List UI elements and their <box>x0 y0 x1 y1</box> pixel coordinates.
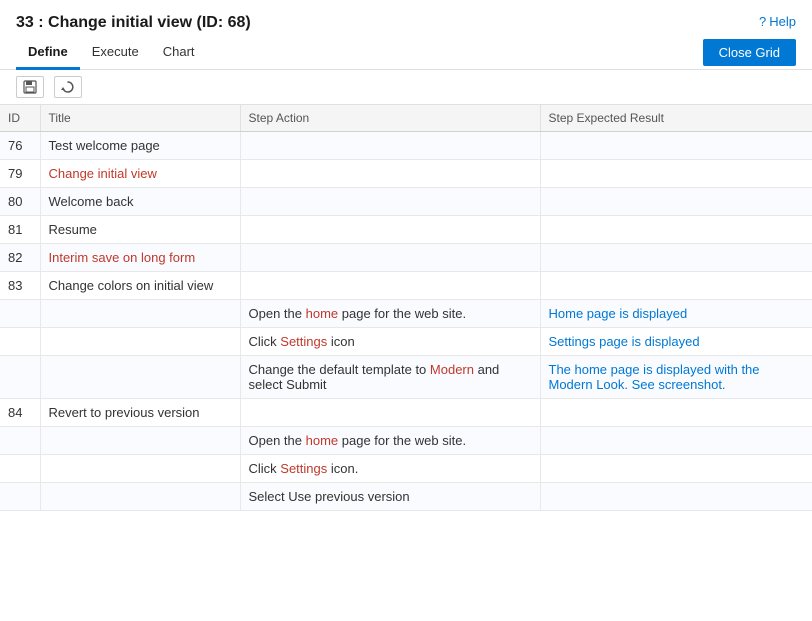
cell-title: Test welcome page <box>40 132 240 160</box>
help-link[interactable]: ? Help <box>759 14 796 29</box>
table-row: 83Change colors on initial view <box>0 272 812 300</box>
cell-title: Resume <box>40 216 240 244</box>
table-row: Open the home page for the web site. <box>0 427 812 455</box>
cell-action <box>240 272 540 300</box>
cell-id: 79 <box>0 160 40 188</box>
cell-expected <box>540 427 812 455</box>
cell-expected <box>540 216 812 244</box>
grid-container: ID Title Step Action Step Expected Resul… <box>0 105 812 511</box>
table-header-row: ID Title Step Action Step Expected Resul… <box>0 105 812 132</box>
cell-action <box>240 399 540 427</box>
help-icon: ? <box>759 14 766 29</box>
cell-expected <box>540 399 812 427</box>
cell-id <box>0 455 40 483</box>
cell-id <box>0 300 40 328</box>
cell-title <box>40 483 240 511</box>
cell-expected <box>540 244 812 272</box>
cell-title: Revert to previous version <box>40 399 240 427</box>
cell-id <box>0 483 40 511</box>
tab-execute[interactable]: Execute <box>80 36 151 70</box>
cell-expected <box>540 483 812 511</box>
col-header-expected: Step Expected Result <box>540 105 812 132</box>
cell-action <box>240 132 540 160</box>
tab-define[interactable]: Define <box>16 36 80 70</box>
cell-expected <box>540 272 812 300</box>
tabs: DefineExecuteChart <box>16 36 207 69</box>
refresh-icon <box>61 80 75 94</box>
cell-action <box>240 188 540 216</box>
toolbar <box>0 70 812 105</box>
cell-id: 76 <box>0 132 40 160</box>
table-row: Click Settings iconSettings page is disp… <box>0 328 812 356</box>
cell-id: 80 <box>0 188 40 216</box>
cell-id <box>0 427 40 455</box>
cell-action: Select Use previous version <box>240 483 540 511</box>
cell-expected <box>540 455 812 483</box>
cell-expected <box>540 160 812 188</box>
cell-id <box>0 328 40 356</box>
cell-id: 83 <box>0 272 40 300</box>
cell-action: Open the home page for the web site. <box>240 427 540 455</box>
cell-action: Open the home page for the web site. <box>240 300 540 328</box>
tab-chart[interactable]: Chart <box>151 36 207 70</box>
help-label: Help <box>769 14 796 29</box>
cell-expected: The home page is displayed with the Mode… <box>540 356 812 399</box>
cell-title: Welcome back <box>40 188 240 216</box>
table-row: Click Settings icon. <box>0 455 812 483</box>
cell-title <box>40 455 240 483</box>
cell-title: Change colors on initial view <box>40 272 240 300</box>
cell-action <box>240 244 540 272</box>
cell-expected <box>540 188 812 216</box>
cell-title <box>40 427 240 455</box>
cell-action: Change the default template to Modern an… <box>240 356 540 399</box>
cell-action <box>240 160 540 188</box>
cell-expected: Settings page is displayed <box>540 328 812 356</box>
cell-id: 82 <box>0 244 40 272</box>
cell-id: 81 <box>0 216 40 244</box>
cell-action: Click Settings icon. <box>240 455 540 483</box>
data-table: ID Title Step Action Step Expected Resul… <box>0 105 812 511</box>
table-row: Open the home page for the web site.Home… <box>0 300 812 328</box>
table-row: 80Welcome back <box>0 188 812 216</box>
save-button[interactable] <box>16 76 44 98</box>
cell-title[interactable]: Change initial view <box>40 160 240 188</box>
save-icon <box>23 80 37 94</box>
table-row: 76Test welcome page <box>0 132 812 160</box>
cell-action <box>240 216 540 244</box>
cell-title[interactable]: Interim save on long form <box>40 244 240 272</box>
cell-expected: Home page is displayed <box>540 300 812 328</box>
col-header-title: Title <box>40 105 240 132</box>
cell-id: 84 <box>0 399 40 427</box>
table-row: Change the default template to Modern an… <box>0 356 812 399</box>
table-row: 81Resume <box>0 216 812 244</box>
table-row: 84Revert to previous version <box>0 399 812 427</box>
col-header-id: ID <box>0 105 40 132</box>
cell-expected <box>540 132 812 160</box>
cell-id <box>0 356 40 399</box>
table-row: 82Interim save on long form <box>0 244 812 272</box>
page-title: 33 : Change initial view (ID: 68) <box>16 14 251 32</box>
cell-action: Click Settings icon <box>240 328 540 356</box>
table-row: Select Use previous version <box>0 483 812 511</box>
col-header-action: Step Action <box>240 105 540 132</box>
refresh-button[interactable] <box>54 76 82 98</box>
header: 33 : Change initial view (ID: 68) ? Help <box>0 0 812 32</box>
tabs-bar: DefineExecuteChart Close Grid <box>0 36 812 70</box>
table-row: 79Change initial view <box>0 160 812 188</box>
cell-title <box>40 356 240 399</box>
cell-title <box>40 300 240 328</box>
cell-title <box>40 328 240 356</box>
close-grid-button[interactable]: Close Grid <box>703 39 796 66</box>
